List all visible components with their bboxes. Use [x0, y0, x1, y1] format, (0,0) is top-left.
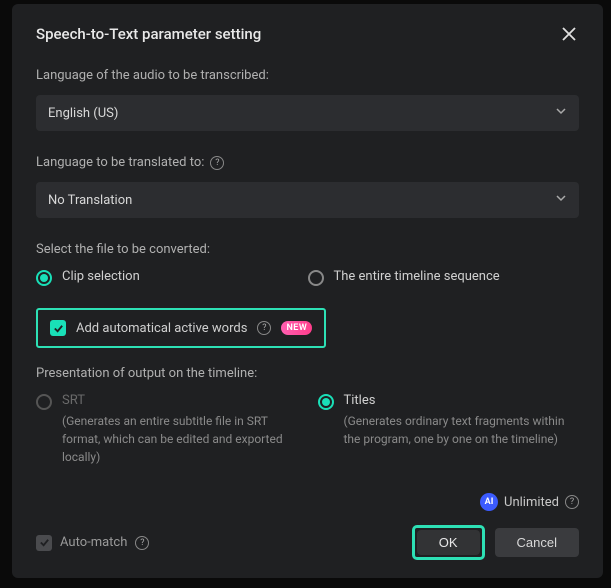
radio-srt-label: SRT [62, 393, 298, 408]
help-icon[interactable]: ? [210, 156, 224, 170]
active-words-option: Add automatical active words ? NEW [36, 308, 326, 348]
translate-language-select[interactable]: No Translation [36, 182, 579, 218]
auto-match-label[interactable]: Auto-match [60, 535, 127, 550]
presentation-label: Presentation of output on the timeline: [36, 366, 579, 381]
radio-entire-timeline[interactable] [308, 270, 324, 286]
radio-titles[interactable] [318, 394, 334, 410]
ai-badge-icon: AI [480, 493, 498, 511]
translate-language-label: Language to be translated to: ? [36, 155, 579, 170]
active-words-checkbox[interactable] [50, 320, 66, 336]
radio-srt-desc: (Generates an entire subtitle file in SR… [62, 412, 298, 466]
ok-highlight: OK [412, 525, 485, 560]
help-icon[interactable]: ? [257, 321, 271, 335]
close-button[interactable] [559, 24, 579, 44]
auto-match-option: Auto-match ? [36, 535, 149, 551]
chevron-down-icon [555, 192, 567, 208]
translate-language-value: No Translation [48, 193, 132, 208]
radio-clip-selection-label[interactable]: Clip selection [62, 269, 140, 284]
presentation-row: SRT (Generates an entire subtitle file i… [36, 393, 579, 466]
auto-match-checkbox[interactable] [36, 535, 52, 551]
radio-srt [36, 394, 52, 410]
help-icon[interactable]: ? [135, 536, 149, 550]
chevron-down-icon [555, 105, 567, 121]
help-icon[interactable]: ? [565, 495, 579, 509]
radio-clip-selection[interactable] [36, 270, 52, 286]
stt-settings-dialog: Speech-to-Text parameter setting Languag… [12, 4, 603, 578]
dialog-footer: AI Unlimited ? Auto-match ? OK Cancel [36, 473, 579, 560]
close-icon [562, 27, 576, 41]
new-badge: NEW [281, 321, 312, 335]
audio-language-label: Language of the audio to be transcribed: [36, 68, 579, 83]
file-select-label: Select the file to be converted: [36, 242, 579, 257]
dialog-title: Speech-to-Text parameter setting [36, 25, 261, 43]
active-words-label[interactable]: Add automatical active words [76, 321, 247, 336]
dialog-header: Speech-to-Text parameter setting [36, 24, 579, 44]
ok-button[interactable]: OK [417, 530, 480, 555]
radio-titles-desc: (Generates ordinary text fragments withi… [344, 412, 580, 448]
audio-language-select[interactable]: English (US) [36, 95, 579, 131]
unlimited-label: Unlimited [504, 495, 559, 510]
radio-entire-timeline-label[interactable]: The entire timeline sequence [334, 269, 500, 284]
radio-titles-label[interactable]: Titles [344, 393, 580, 408]
check-icon [39, 537, 50, 548]
cancel-button[interactable]: Cancel [495, 528, 579, 557]
audio-language-value: English (US) [48, 106, 118, 121]
check-icon [53, 323, 64, 334]
file-select-row: Clip selection The entire timeline seque… [36, 269, 579, 286]
